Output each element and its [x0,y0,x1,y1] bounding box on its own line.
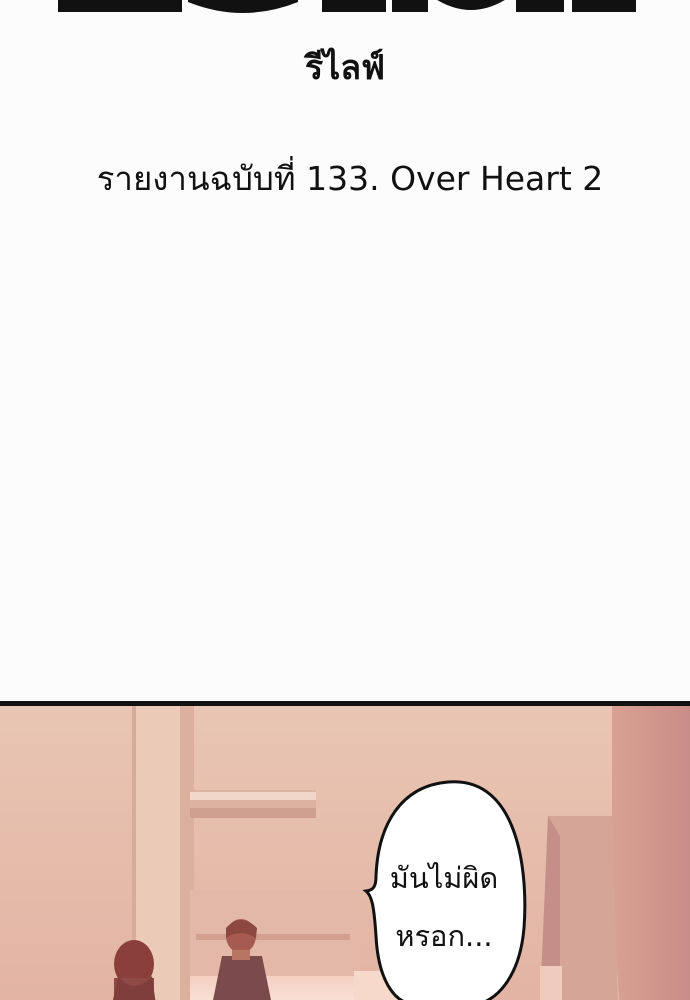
panel-illustration [0,706,690,1000]
title-logo-art [58,0,636,13]
comic-panel [0,701,690,1000]
title-logo [0,0,690,30]
speech-bubble-line-2: หรอก... [395,919,493,953]
speech-bubble-line-1: มันไม่ผิด [389,861,499,895]
series-subtitle: รีไลฟ์ [304,48,386,88]
chapter-title: รายงานฉบับที่ 133. Over Heart 2 [96,159,604,198]
comic-page: รีไลฟ์ รายงานฉบับที่ 133. Over Heart 2 ม… [0,0,690,1000]
